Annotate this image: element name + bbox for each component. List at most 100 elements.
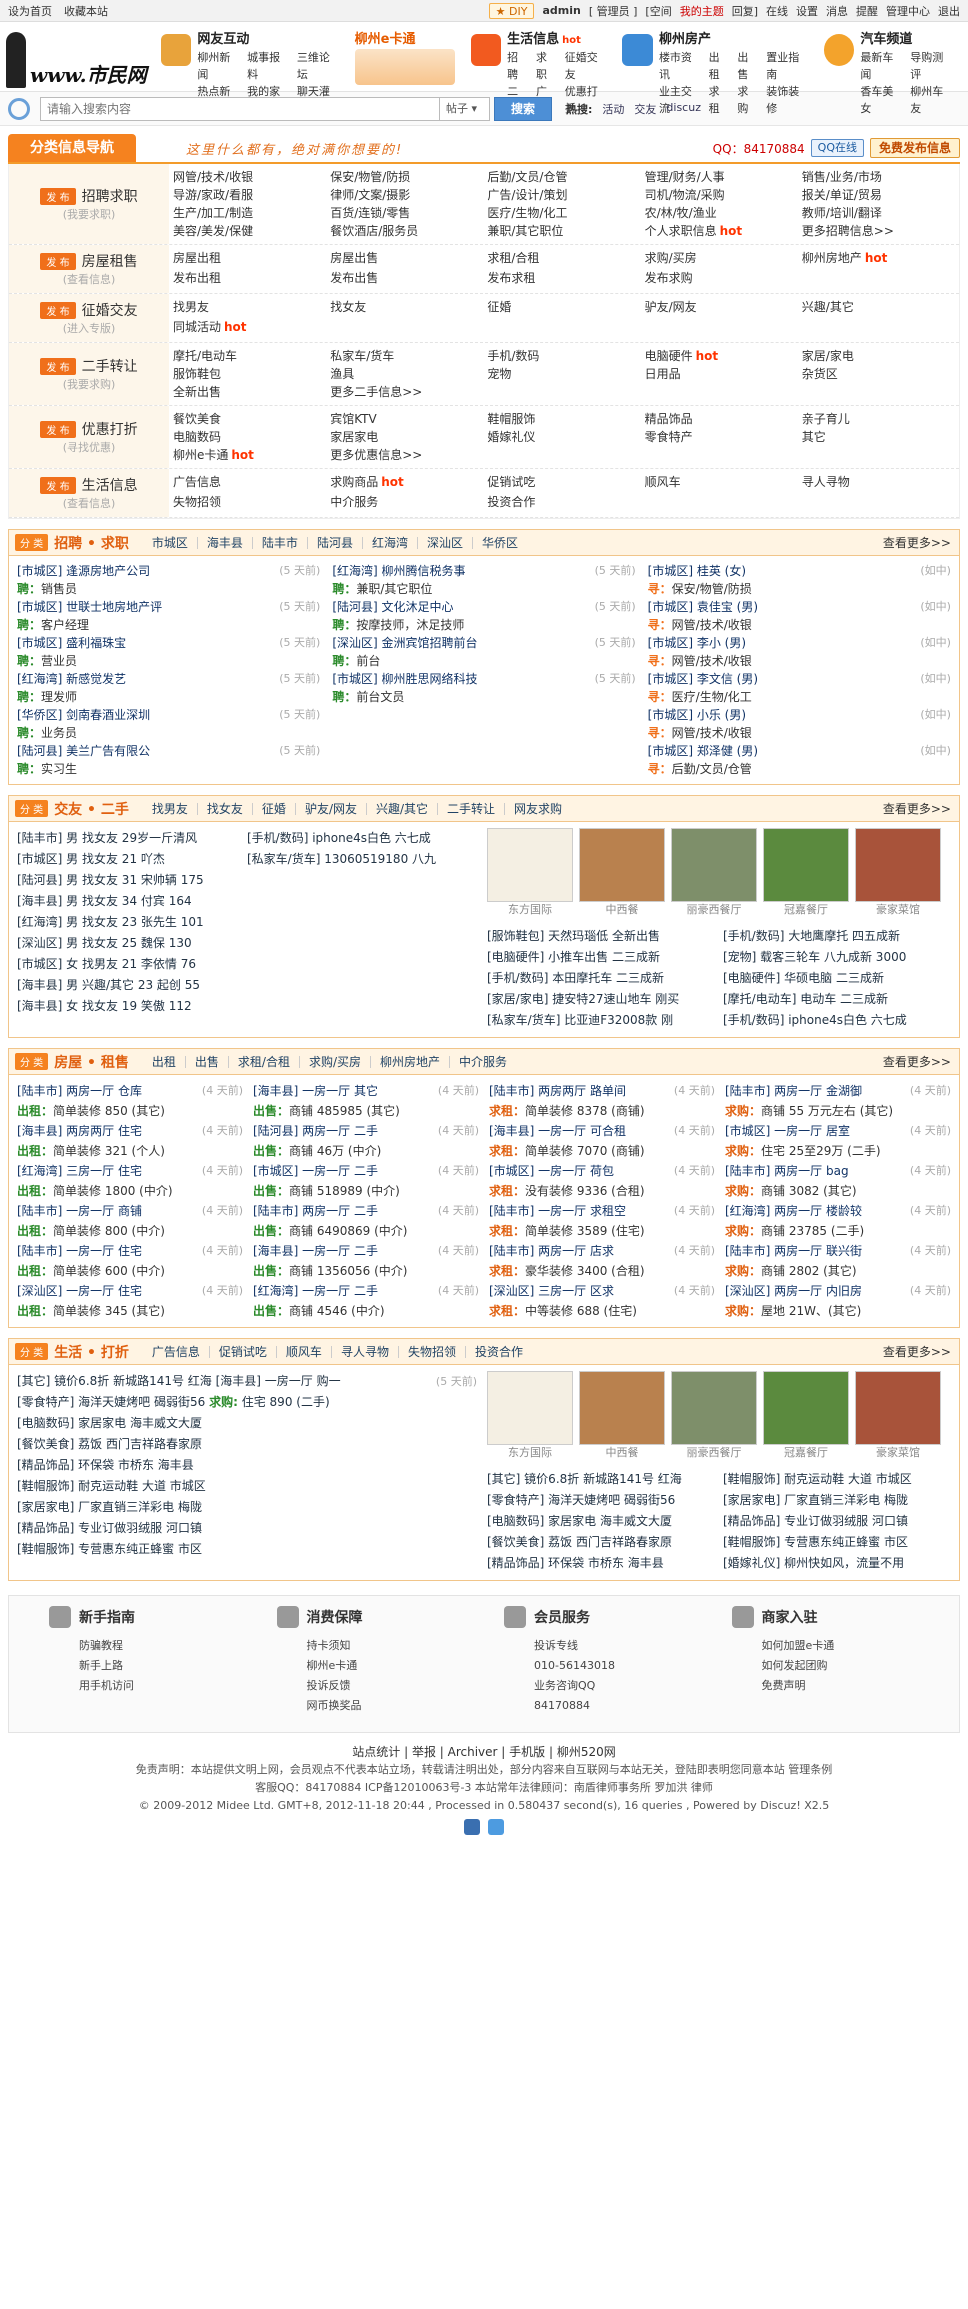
category-sub-link[interactable]: (进入专版) [63,320,116,336]
house-title[interactable]: [陆河县] 两房一厅 二手 [253,1121,378,1141]
list-item[interactable]: [服饰鞋包] 天然玛瑙低 全新出售 [487,926,715,947]
category-link[interactable]: 鞋帽服饰 [487,410,644,428]
category-link[interactable]: 兴趣/其它 [802,298,959,318]
publish-badge[interactable]: 发 布 [40,357,76,375]
nav-title[interactable]: 网友互动 [197,28,338,47]
username[interactable]: admin [542,4,580,17]
category-link[interactable]: 广告信息 [173,473,330,493]
section-tab[interactable]: 顺风车 [275,1345,331,1358]
nav-link[interactable]: 招聘 [507,49,528,83]
list-item[interactable]: [陆丰市] 两房一厅 联兴街 (4 天前) 求购：商铺 2802 (其它) [725,1241,951,1281]
ecard-banner-icon[interactable] [354,49,455,85]
nav-link[interactable]: 求职 [536,49,557,83]
nav-title[interactable]: 汽车频道 [860,28,952,47]
category-link[interactable]: 个人求职信息 hot [645,222,802,240]
category-link[interactable]: 寻人寻物 [802,473,959,493]
category-link[interactable]: 促销试吃 [487,473,644,493]
category-link[interactable]: 广告/设计/策划 [487,186,644,204]
category-link[interactable]: 私家车/货车 [330,347,487,365]
my-topics-link[interactable]: 我的主题 [680,3,724,19]
nav-link[interactable]: 柳州车友 [910,83,952,117]
category-link[interactable]: 更多优惠信息>> [330,446,487,464]
list-item[interactable]: [市城区] 袁佳宝 (男) (如中) 寻：网管/技术/收银 [648,598,951,634]
section-tab[interactable]: 征婚 [251,802,295,815]
footer-link[interactable]: 用手机访问 [49,1676,277,1696]
job-title[interactable]: [市城区] 世联士地房地产评 [17,598,162,616]
nav-link[interactable]: 出租 [709,49,730,83]
category-link[interactable]: 柳州房地产 hot [802,249,959,269]
category-link[interactable]: 房屋出租 [173,249,330,269]
list-item[interactable]: [深汕区] 金洲宾馆招聘前台 (5 天前) 聘：前台 [332,634,635,670]
list-item[interactable]: [市城区] 盛利福珠宝 (5 天前) 聘：营业员 [17,634,320,670]
publish-badge[interactable]: 发 布 [40,420,76,438]
nav-link[interactable]: 求购 [737,83,758,117]
category-link[interactable]: 宠物 [487,365,644,383]
section-tab[interactable]: 红海湾 [361,536,417,549]
list-item[interactable]: [深汕区] 三房一厅 区求 (4 天前) 求租：中等装修 688 (住宅) [489,1281,715,1321]
list-item[interactable]: [市城区] 世联士地房地产评 (5 天前) 聘：客户经理 [17,598,320,634]
category-name[interactable]: 征婚交友 [82,300,138,320]
category-link[interactable]: 电脑数码 [173,428,330,446]
list-item[interactable]: [家居家电] 厂家直销三洋彩电 梅陇 [17,1497,477,1518]
list-item[interactable]: [海丰县] 男 兴趣/其它 23 起创 55 [17,975,237,996]
list-item[interactable]: [市城区] 一房一厅 居室 (4 天前) 求购：住宅 25至29万 (二手) [725,1121,951,1161]
house-title[interactable]: [红海湾] 一房一厅 二手 [253,1281,378,1301]
section-tab[interactable]: 二手转让 [437,802,504,815]
category-name[interactable]: 二手转让 [82,356,138,376]
publish-badge[interactable]: 发 布 [40,187,76,205]
list-item[interactable]: [电脑数码] 家居家电 海丰威文大厦 [17,1413,477,1434]
category-head[interactable]: 发 布生活信息 (查看信息) [9,469,169,517]
list-item[interactable]: [深汕区] 两房一厅 内旧房 (4 天前) 求购：屋地 21W、(其它) [725,1281,951,1321]
category-link[interactable]: 找男友 [173,298,330,318]
category-sub-link[interactable]: (寻找优惠) [63,439,116,455]
house-title[interactable]: [陆丰市] 两房一厅 金湖御 [725,1081,862,1101]
job-title[interactable]: [红海湾] 柳州腾信税务事 [332,562,465,580]
list-item[interactable]: [深汕区] 一房一厅 住宅 (4 天前) 出租：简单装修 345 (其它) [17,1281,243,1321]
list-item[interactable]: [海丰县] 男 找女友 34 付宾 164 [17,891,237,912]
list-item[interactable]: [餐饮美食] 荔饭 西门吉祥路春家原 [487,1532,715,1553]
list-item[interactable]: [私家车/货车] 比亚迪F32008款 刚 [487,1010,715,1031]
section-tab[interactable]: 寻人寻物 [330,1345,398,1358]
category-link[interactable]: 农/林/牧/渔业 [645,204,802,222]
list-item[interactable]: [市城区] 一房一厅 二手 (4 天前) 出售：商铺 518989 (中介) [253,1161,479,1201]
list-item[interactable]: [鞋帽服饰] 耐克运动鞋 大道 市城区 [17,1476,477,1497]
list-item[interactable]: [陆丰市] 一房一厅 求租空 (4 天前) 求租：简单装修 3589 (住宅) [489,1201,715,1241]
house-title[interactable]: [陆丰市] 两房一厅 仓库 [17,1081,142,1101]
publish-badge[interactable]: 发 布 [40,301,76,319]
list-item[interactable]: [陆丰市] 两房一厅 金湖御 (4 天前) 求购：商铺 55 万元左右 (其它) [725,1081,951,1121]
category-link[interactable]: 驴友/网友 [645,298,802,318]
shop-photo[interactable] [763,828,849,902]
category-head[interactable]: 发 布二手转让 (我要求购) [9,343,169,405]
photo-item[interactable]: 中西餐 [579,1371,665,1461]
footer-link[interactable]: 010-56143018 [504,1656,732,1676]
list-item[interactable]: [陆丰市] 两房一厅 bag (4 天前) 求购：商铺 3082 (其它) [725,1161,951,1201]
category-link[interactable]: 百货/连锁/零售 [330,204,487,222]
photo-caption[interactable]: 中西餐 [579,1445,665,1461]
shop-photo[interactable] [855,1371,941,1445]
list-item[interactable]: [家居/家电] 捷安特27速山地车 刚买 [487,989,715,1010]
set-home-link[interactable]: 设为首页 [8,3,52,19]
category-link[interactable]: 更多招聘信息>> [802,222,959,240]
list-item[interactable]: [红海湾] 一房一厅 二手 (4 天前) 出售：商铺 4546 (中介) [253,1281,479,1321]
list-item[interactable]: [精品饰品] 环保袋 市桥东 海丰县 [17,1455,477,1476]
house-title[interactable]: [海丰县] 两房两厅 住宅 [17,1121,142,1141]
house-title[interactable]: [海丰县] 一房一厅 二手 [253,1241,378,1261]
list-item[interactable]: [手机/数码] iphone4s白色 六七成 [247,828,477,849]
category-head[interactable]: 发 布招聘求职 (我要求职) [9,164,169,244]
hot-keyword[interactable]: 交友 [634,101,656,117]
admin-panel-link[interactable]: [ 管理员 ] [589,3,638,19]
nav-title[interactable]: 生活信息 hot [507,28,606,47]
list-item[interactable]: [市城区] 逢源房地产公司 (5 天前) 聘：销售员 [17,562,320,598]
category-link[interactable]: 更多二手信息>> [330,383,487,401]
list-item[interactable]: [陆丰市] 男 找女友 29岁一斤清风 [17,828,237,849]
section-tab[interactable]: 深汕区 [416,536,472,549]
search-input[interactable] [40,96,440,121]
photo-caption[interactable]: 东方国际 [487,902,573,918]
category-link[interactable]: 婚嫁礼仪 [487,428,644,446]
category-head[interactable]: 发 布优惠打折 (寻找优惠) [9,406,169,468]
list-item[interactable]: [红海湾] 三房一厅 住宅 (4 天前) 出租：简单装修 1800 (中介) [17,1161,243,1201]
category-nav-tab[interactable]: 分类信息导航 [8,134,136,162]
category-link[interactable]: 手机/数码 [487,347,644,365]
category-link[interactable]: 发布求租 [487,269,644,289]
shop-photo[interactable] [487,828,573,902]
